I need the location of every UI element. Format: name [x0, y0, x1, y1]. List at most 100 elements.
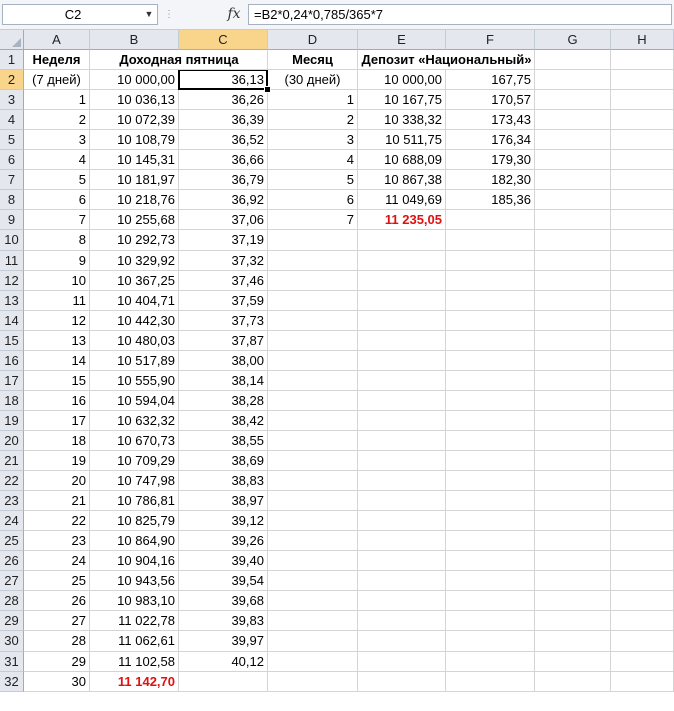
- cell-d28[interactable]: [268, 591, 358, 611]
- cell-c13[interactable]: 37,59: [179, 291, 268, 311]
- cell-e18[interactable]: [358, 391, 446, 411]
- cell-c18[interactable]: 38,28: [179, 391, 268, 411]
- cell-h2[interactable]: [611, 70, 674, 90]
- cell-g9[interactable]: [535, 210, 611, 230]
- cell-d6[interactable]: 4: [268, 150, 358, 170]
- cell-e22[interactable]: [358, 471, 446, 491]
- row-header-28[interactable]: 28: [0, 591, 24, 611]
- cell-d10[interactable]: [268, 230, 358, 251]
- cell-d22[interactable]: [268, 471, 358, 491]
- cell-h10[interactable]: [611, 230, 674, 251]
- cell-d9[interactable]: 7: [268, 210, 358, 230]
- cell-a10[interactable]: 8: [24, 230, 90, 251]
- row-header-6[interactable]: 6: [0, 150, 24, 170]
- cell-d7[interactable]: 5: [268, 170, 358, 190]
- cell-g20[interactable]: [535, 431, 611, 451]
- cell-c29[interactable]: 39,83: [179, 611, 268, 631]
- cell-h15[interactable]: [611, 331, 674, 351]
- cell-a4[interactable]: 2: [24, 110, 90, 130]
- cell-b23[interactable]: 10 786,81: [90, 491, 179, 511]
- row-header-9[interactable]: 9: [0, 210, 24, 230]
- cell-d29[interactable]: [268, 611, 358, 631]
- cell-f22[interactable]: [446, 471, 535, 491]
- cell-e29[interactable]: [358, 611, 446, 631]
- cell-g11[interactable]: [535, 251, 611, 271]
- cell-b29[interactable]: 11 022,78: [90, 611, 179, 631]
- cell-h11[interactable]: [611, 251, 674, 271]
- cell-f6[interactable]: 179,30: [446, 150, 535, 170]
- cell-d4[interactable]: 2: [268, 110, 358, 130]
- cell-f27[interactable]: [446, 571, 535, 591]
- row-header-7[interactable]: 7: [0, 170, 24, 190]
- row-header-23[interactable]: 23: [0, 491, 24, 511]
- cell-a16[interactable]: 14: [24, 351, 90, 371]
- cell-h18[interactable]: [611, 391, 674, 411]
- cell-h19[interactable]: [611, 411, 674, 431]
- cell-g15[interactable]: [535, 331, 611, 351]
- row-header-2[interactable]: 2: [0, 70, 24, 90]
- cell-h6[interactable]: [611, 150, 674, 170]
- cell-e13[interactable]: [358, 291, 446, 311]
- cell-h12[interactable]: [611, 271, 674, 291]
- cell-b24[interactable]: 10 825,79: [90, 511, 179, 531]
- cell-g19[interactable]: [535, 411, 611, 431]
- cell-e25[interactable]: [358, 531, 446, 551]
- column-header-a[interactable]: A: [24, 30, 90, 50]
- cell-d20[interactable]: [268, 431, 358, 451]
- cell-c8[interactable]: 36,92: [179, 190, 268, 210]
- row-header-22[interactable]: 22: [0, 471, 24, 491]
- cell-g13[interactable]: [535, 291, 611, 311]
- cell-d14[interactable]: [268, 311, 358, 331]
- cell-c7[interactable]: 36,79: [179, 170, 268, 190]
- row-header-17[interactable]: 17: [0, 371, 24, 391]
- cell-d12[interactable]: [268, 271, 358, 291]
- cell-f5[interactable]: 176,34: [446, 130, 535, 150]
- cell-g2[interactable]: [535, 70, 611, 90]
- formula-input[interactable]: =B2*0,24*0,785/365*7: [248, 4, 672, 25]
- cell-e31[interactable]: [358, 652, 446, 672]
- cell-a15[interactable]: 13: [24, 331, 90, 351]
- cell-g27[interactable]: [535, 571, 611, 591]
- cell-e16[interactable]: [358, 351, 446, 371]
- cell-c22[interactable]: 38,83: [179, 471, 268, 491]
- cell-a17[interactable]: 15: [24, 371, 90, 391]
- cell-f15[interactable]: [446, 331, 535, 351]
- row-header-25[interactable]: 25: [0, 531, 24, 551]
- cell-c32[interactable]: [179, 672, 268, 692]
- cell-h16[interactable]: [611, 351, 674, 371]
- cell-g23[interactable]: [535, 491, 611, 511]
- cell-d21[interactable]: [268, 451, 358, 471]
- cell-a2[interactable]: (7 дней): [24, 70, 90, 90]
- cell-c16[interactable]: 38,00: [179, 351, 268, 371]
- cell-g24[interactable]: [535, 511, 611, 531]
- row-header-13[interactable]: 13: [0, 291, 24, 311]
- cell-c9[interactable]: 37,06: [179, 210, 268, 230]
- row-header-31[interactable]: 31: [0, 652, 24, 672]
- cell-c23[interactable]: 38,97: [179, 491, 268, 511]
- cell-f16[interactable]: [446, 351, 535, 371]
- cell-c20[interactable]: 38,55: [179, 431, 268, 451]
- row-header-30[interactable]: 30: [0, 631, 24, 652]
- cell-b3[interactable]: 10 036,13: [90, 90, 179, 110]
- cell-h30[interactable]: [611, 631, 674, 652]
- cell-b1[interactable]: Доходная пятница: [90, 50, 268, 70]
- cell-c27[interactable]: 39,54: [179, 571, 268, 591]
- column-header-e[interactable]: E: [358, 30, 446, 50]
- cell-d24[interactable]: [268, 511, 358, 531]
- cell-b20[interactable]: 10 670,73: [90, 431, 179, 451]
- select-all-button[interactable]: [0, 30, 24, 50]
- cell-f20[interactable]: [446, 431, 535, 451]
- cell-g28[interactable]: [535, 591, 611, 611]
- cell-b31[interactable]: 11 102,58: [90, 652, 179, 672]
- cell-g1[interactable]: [535, 50, 611, 70]
- cell-a25[interactable]: 23: [24, 531, 90, 551]
- cell-a12[interactable]: 10: [24, 271, 90, 291]
- cell-f25[interactable]: [446, 531, 535, 551]
- cell-b27[interactable]: 10 943,56: [90, 571, 179, 591]
- resize-handle-icon[interactable]: ⋮: [164, 6, 178, 24]
- cell-d26[interactable]: [268, 551, 358, 571]
- row-header-10[interactable]: 10: [0, 230, 24, 251]
- cell-e8[interactable]: 11 049,69: [358, 190, 446, 210]
- cell-f21[interactable]: [446, 451, 535, 471]
- cell-e26[interactable]: [358, 551, 446, 571]
